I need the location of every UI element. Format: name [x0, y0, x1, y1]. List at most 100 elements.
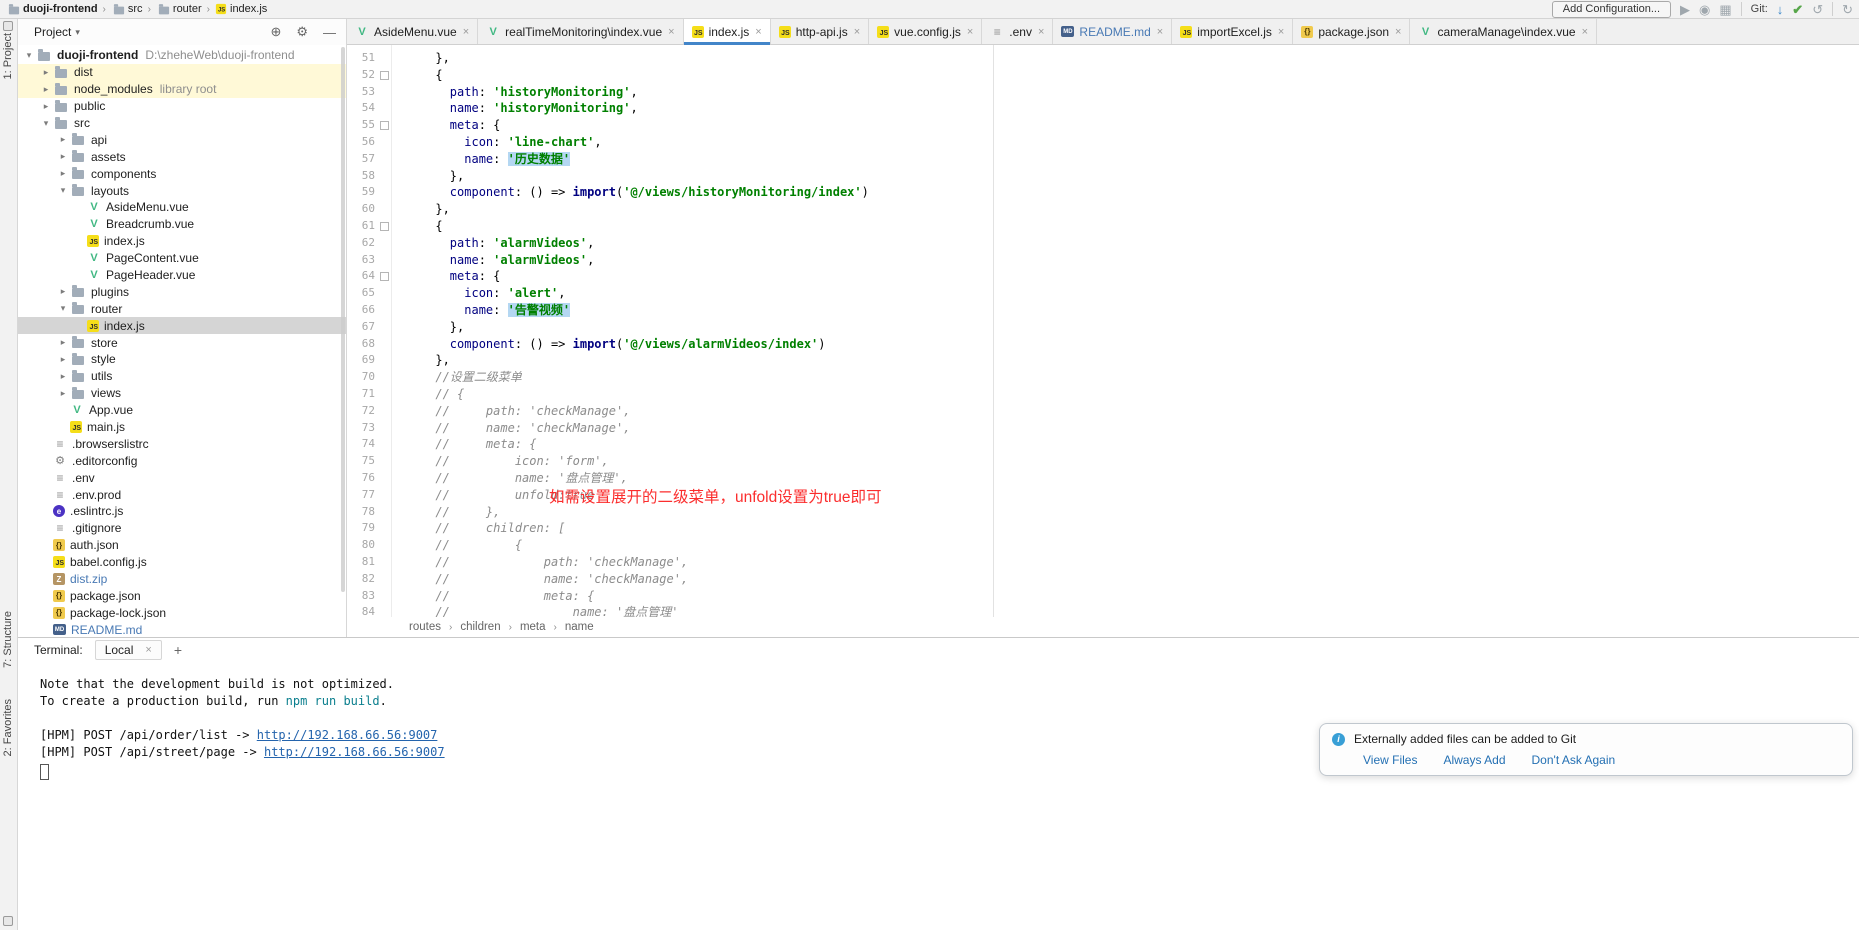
tool-window-icon[interactable]: [3, 916, 13, 926]
add-configuration-button[interactable]: Add Configuration...: [1552, 1, 1671, 18]
close-icon[interactable]: ×: [145, 644, 151, 656]
tree-item[interactable]: ≡.env: [18, 469, 346, 486]
tree-item[interactable]: JSindex.js: [18, 233, 346, 250]
tree-item[interactable]: Zdist.zip: [18, 571, 346, 588]
tree-item[interactable]: VAsideMenu.vue: [18, 199, 346, 216]
terminal-link[interactable]: http://192.168.66.56:9007: [257, 728, 438, 742]
tree-item[interactable]: VPageContent.vue: [18, 250, 346, 267]
breadcrumb-item[interactable]: router: [156, 3, 202, 15]
fold-marker[interactable]: [380, 272, 389, 281]
tree-item[interactable]: ▸plugins: [18, 283, 346, 300]
tree-chevron-icon[interactable]: ▸: [56, 388, 70, 399]
tree-item[interactable]: ▾src: [18, 115, 346, 132]
tree-item[interactable]: ▸views: [18, 385, 346, 402]
editor-breadcrumb-item[interactable]: routes: [409, 621, 441, 633]
gear-icon[interactable]: ⚙: [296, 24, 308, 40]
tree-item[interactable]: ▸style: [18, 351, 346, 368]
close-icon[interactable]: ×: [1157, 26, 1163, 38]
code-editor[interactable]: 如需设置展开的二级菜单，unfold设置为true即可 }, { path: '…: [392, 45, 1859, 617]
close-icon[interactable]: ×: [463, 26, 469, 38]
git-update-icon[interactable]: ↓: [1777, 3, 1784, 16]
tree-chevron-icon[interactable]: ▸: [56, 134, 70, 145]
tree-chevron-icon[interactable]: ▸: [56, 286, 70, 297]
run-icon[interactable]: ▶: [1680, 3, 1690, 16]
tree-item[interactable]: ▸components: [18, 165, 346, 182]
tree-item[interactable]: ≡.env.prod: [18, 486, 346, 503]
close-icon[interactable]: ×: [1582, 26, 1588, 38]
close-icon[interactable]: ×: [854, 26, 860, 38]
tree-item[interactable]: ▾duoji-frontendD:\zheheWeb\duoji-fronten…: [18, 47, 346, 64]
editor-tab[interactable]: JSvue.config.js×: [869, 19, 982, 44]
tree-item[interactable]: ▾layouts: [18, 182, 346, 199]
editor-tab[interactable]: {}package.json×: [1293, 19, 1410, 44]
close-icon[interactable]: ×: [668, 26, 674, 38]
tree-item[interactable]: ▸public: [18, 98, 346, 115]
tree-item[interactable]: {}package.json: [18, 588, 346, 605]
tree-chevron-icon[interactable]: ▾: [39, 118, 53, 129]
debug-icon[interactable]: ◉: [1699, 3, 1710, 16]
tree-item[interactable]: ▸dist: [18, 64, 346, 81]
close-icon[interactable]: ×: [1278, 26, 1284, 38]
editor-tab[interactable]: JSimportExcel.js×: [1172, 19, 1293, 44]
close-icon[interactable]: ×: [1395, 26, 1401, 38]
tree-chevron-icon[interactable]: ▸: [39, 101, 53, 112]
tree-item[interactable]: VBreadcrumb.vue: [18, 216, 346, 233]
git-revert-icon[interactable]: ↺: [1812, 3, 1823, 16]
notification-action[interactable]: Don't Ask Again: [1532, 753, 1616, 767]
breadcrumb-item[interactable]: JSindex.js: [215, 3, 267, 15]
tree-item[interactable]: ▸assets: [18, 148, 346, 165]
tree-chevron-icon[interactable]: ▸: [56, 151, 70, 162]
tree-chevron-icon[interactable]: ▸: [56, 371, 70, 382]
close-icon[interactable]: ×: [1038, 26, 1044, 38]
editor-breadcrumb-item[interactable]: children: [460, 621, 500, 633]
tree-item[interactable]: VPageHeader.vue: [18, 267, 346, 284]
scrollbar-thumb[interactable]: [341, 47, 345, 592]
tree-item[interactable]: VApp.vue: [18, 402, 346, 419]
new-terminal-tab-icon[interactable]: +: [174, 642, 182, 658]
hide-panel-icon[interactable]: —: [323, 25, 336, 40]
editor-tab[interactable]: JSindex.js×: [684, 19, 771, 44]
tree-item[interactable]: {}package-lock.json: [18, 604, 346, 621]
breadcrumb-item[interactable]: src: [111, 3, 143, 15]
breadcrumb-item[interactable]: duoji-frontend: [6, 3, 98, 15]
tree-chevron-icon[interactable]: ▸: [56, 168, 70, 179]
editor-tab[interactable]: JShttp-api.js×: [771, 19, 869, 44]
tree-item[interactable]: ▸api: [18, 131, 346, 148]
editor-tab[interactable]: ≡.env×: [982, 19, 1053, 44]
tree-chevron-icon[interactable]: ▾: [22, 50, 36, 61]
tree-chevron-icon[interactable]: ▸: [56, 354, 70, 365]
tree-item[interactable]: JSmain.js: [18, 419, 346, 436]
terminal-output[interactable]: Note that the development build is not o…: [18, 662, 1859, 930]
sidebar-item-structure[interactable]: 7: Structure: [2, 611, 14, 668]
tree-item[interactable]: ▾router: [18, 300, 346, 317]
sidebar-item-favorites[interactable]: 2: Favorites: [2, 699, 14, 756]
tree-item[interactable]: ≡.browserslistrc: [18, 435, 346, 452]
chevron-down-icon[interactable]: ▾: [75, 27, 80, 38]
tree-item[interactable]: {}auth.json: [18, 537, 346, 554]
editor-tab[interactable]: VcameraManage\index.vue×: [1410, 19, 1597, 44]
tool-window-icon[interactable]: [3, 21, 13, 31]
git-commit-icon[interactable]: ✔: [1792, 3, 1803, 16]
project-panel-title[interactable]: Project: [34, 25, 71, 39]
coverage-icon[interactable]: ▦: [1719, 3, 1731, 16]
notification-action[interactable]: View Files: [1363, 753, 1417, 767]
sidebar-item-project[interactable]: 1: Project: [2, 33, 14, 79]
tree-item[interactable]: JSbabel.config.js: [18, 554, 346, 571]
editor-breadcrumb-item[interactable]: name: [565, 621, 594, 633]
tree-item[interactable]: MDREADME.md: [18, 621, 346, 637]
editor-breadcrumb-item[interactable]: meta: [520, 621, 546, 633]
tree-item[interactable]: ▸node_moduleslibrary root: [18, 81, 346, 98]
close-icon[interactable]: ×: [967, 26, 973, 38]
tree-item[interactable]: JSindex.js: [18, 317, 346, 334]
tree-chevron-icon[interactable]: ▸: [56, 337, 70, 348]
editor-tab[interactable]: VrealTimeMonitoring\index.vue×: [478, 19, 683, 44]
tree-item[interactable]: ▸store: [18, 334, 346, 351]
tree-chevron-icon[interactable]: ▸: [39, 67, 53, 78]
editor-tab[interactable]: MDREADME.md×: [1053, 19, 1172, 44]
terminal-tab-local[interactable]: Local ×: [95, 640, 162, 660]
tree-item[interactable]: ▸utils: [18, 368, 346, 385]
close-icon[interactable]: ×: [755, 26, 761, 38]
editor-tab[interactable]: VAsideMenu.vue×: [347, 19, 478, 44]
tree-item[interactable]: e.eslintrc.js: [18, 503, 346, 520]
tree-chevron-icon[interactable]: ▾: [56, 303, 70, 314]
